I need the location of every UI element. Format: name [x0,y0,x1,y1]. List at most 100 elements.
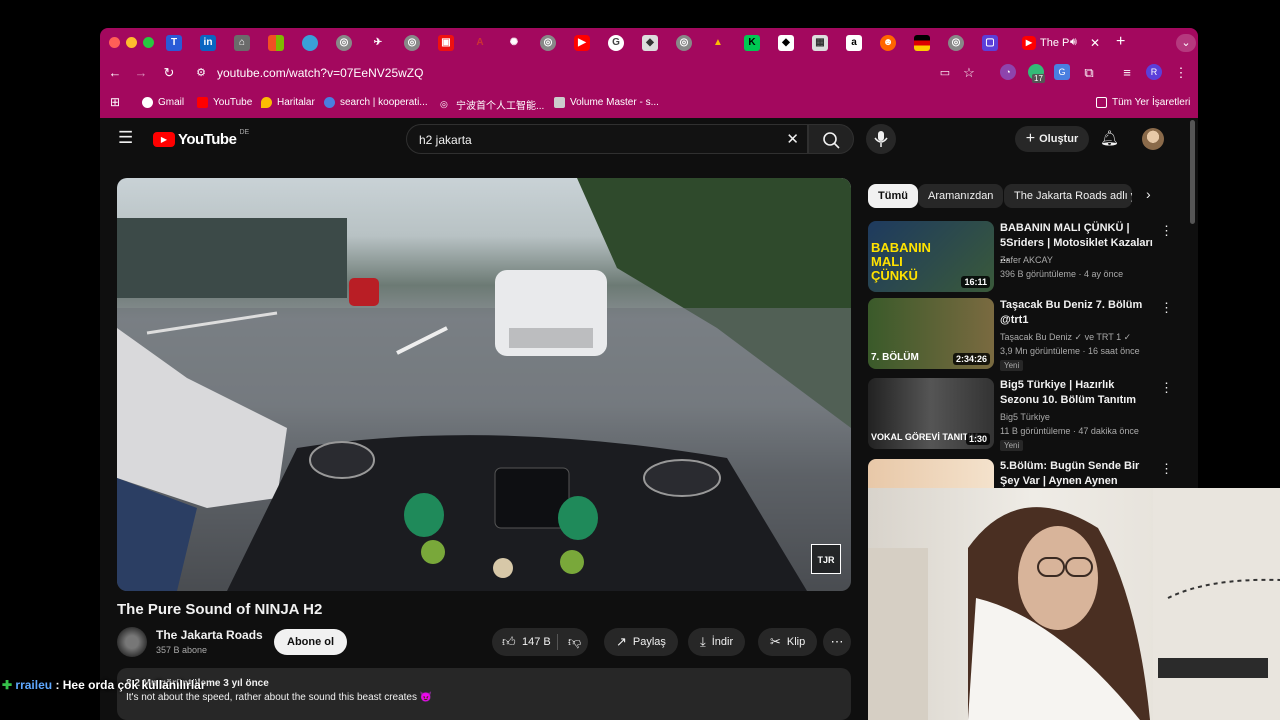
voice-search-button[interactable] [866,124,896,154]
media-controls-icon[interactable]: ≡ [1118,64,1136,82]
tab-favicon[interactable]: ◆ [642,35,658,51]
masthead: ☰ ▶ YouTube DE h2 jakarta ✕ + Oluştur 🔔︎ [100,118,1198,162]
recommendation-item[interactable]: BABANIN MALI ÇÜNKÜ 16:11 BABANIN MALI ÇÜ… [868,221,1178,293]
bookmark-chinese[interactable]: ◎ 宁波首个人工智能... [440,97,544,112]
reload-icon[interactable]: ↻ [160,64,178,82]
dislike-icon[interactable]: 👎︎ [568,634,581,650]
share-button[interactable]: ↗ Paylaş [604,628,678,656]
close-tab-icon[interactable]: ✕ [1090,36,1100,50]
video-thumbnail[interactable]: VOKAL GÖREVİ TANITIM 1:30 [868,378,994,449]
globe-icon[interactable]: ◎ [404,35,420,51]
like-icon[interactable]: 👍︎ [502,634,516,650]
hamburger-menu-icon[interactable]: ☰ [118,128,133,148]
linkedin-icon[interactable]: in [200,35,216,51]
tab-favicon[interactable]: ▣ [438,35,454,51]
recommendation-item[interactable]: VOKAL GÖREVİ TANITIM 1:30 Big5 Türkiye |… [868,378,1178,451]
translate-icon[interactable]: G [1054,64,1070,80]
minimize-window-button[interactable] [126,37,137,48]
tab-favicon[interactable] [302,35,318,51]
bookmark-youtube[interactable]: YouTube [197,97,252,108]
video-player[interactable]: TJR [117,178,851,591]
channel-watermark[interactable]: TJR [811,544,841,574]
chip-from-search[interactable]: Aramanızdan [918,184,1004,208]
globe-icon[interactable]: ◎ [336,35,352,51]
recommendation-item[interactable]: 7. BÖLÜM 2:34:26 Taşacak Bu Deniz 7. Böl… [868,298,1178,371]
extension-icon[interactable]: ◔ [1000,64,1016,80]
bookmark-search[interactable]: search | kooperati... [324,97,428,108]
tab-favicon[interactable]: K [744,35,760,51]
openai-icon[interactable]: ✺ [506,35,522,51]
tab-search-icon[interactable]: ⌄ [1176,34,1196,52]
download-button[interactable]: ⤓ İndir [688,628,746,656]
url-field[interactable]: youtube.com/watch?v=07EeNV25wZQ [217,66,423,80]
site-info-icon[interactable]: ⚙ [192,64,210,82]
recommendation-title[interactable]: Big5 Türkiye | Hazırlık Sezonu 10. Bölüm… [1000,378,1155,408]
create-button[interactable]: + Oluştur [1015,126,1089,152]
more-vertical-icon[interactable]: ⋮ [1160,380,1173,396]
clear-search-icon[interactable]: ✕ [786,130,799,148]
recommendation-title[interactable]: 5.Bölüm: Bugün Sende Bir Şey Var | Aynen… [1000,459,1155,489]
globe-icon[interactable]: ◎ [676,35,692,51]
close-window-button[interactable] [109,37,120,48]
germany-flag-icon[interactable] [914,35,930,51]
channel-avatar[interactable] [117,627,147,657]
recommendation-channel[interactable]: Taşacak Bu Deniz ✓ ve TRT 1 ✓ [1000,332,1131,343]
recommendation-title[interactable]: Taşacak Bu Deniz 7. Bölüm @trt1 [1000,298,1155,328]
tab-favicon[interactable]: ☻ [880,35,896,51]
drive-icon[interactable]: ▲ [710,35,726,51]
subscribe-button[interactable]: Abone ol [274,629,348,655]
bookmark-maps[interactable]: Haritalar [261,97,315,108]
globe-icon[interactable]: ◎ [540,35,556,51]
speaker-icon[interactable]: 🔊︎ [1070,36,1077,49]
channel-name[interactable]: The Jakarta Roads [156,628,263,642]
recommendation-channel[interactable]: Big5 Türkiye [1000,412,1050,422]
tab-favicon[interactable]: A [472,35,488,51]
bookmark-star-icon[interactable]: ☆ [960,64,978,82]
notifications-bell-icon[interactable]: 🔔︎ [1100,129,1119,147]
chevron-right-icon[interactable]: › [1146,186,1151,202]
bookmark-volume-master[interactable]: Volume Master - s... [554,97,659,108]
back-icon[interactable]: ← [106,64,124,82]
page-scrollbar[interactable] [1190,120,1195,224]
bank-icon[interactable]: ⌂ [234,35,250,51]
tab-favicon[interactable]: T [166,35,182,51]
tab-favicon[interactable]: ◆ [778,35,794,51]
all-bookmarks-folder[interactable]: Tüm Yer İşaretleri [1096,97,1190,108]
recommendation-item[interactable]: 5.Bölüm: Bugün Sende Bir Şey Var | Aynen… [868,459,1178,489]
youtube-logo[interactable]: ▶ YouTube DE [153,129,249,148]
chip-all[interactable]: Tümü [868,184,918,208]
cast-icon[interactable]: ▭ [936,64,954,82]
forward-icon[interactable]: → [132,64,150,82]
clip-button[interactable]: ✂ Klip [758,628,818,656]
apps-grid-icon[interactable]: ⊞ [106,93,124,111]
search-input[interactable]: h2 jakarta ✕ [406,124,808,154]
more-vertical-icon[interactable]: ⋮ [1160,223,1173,239]
youtube-icon[interactable]: ▶ [574,35,590,51]
tab-active-youtube[interactable]: ▶ The P 🔊︎ ✕ [1018,30,1110,58]
chip-channel[interactable]: The Jakarta Roads adlı y [1004,184,1132,208]
extensions-puzzle-icon[interactable]: ⧉ [1080,64,1098,82]
amazon-icon[interactable]: a [846,35,862,51]
account-avatar[interactable] [1142,128,1164,150]
recommendation-channel[interactable]: Zafer AKCAY [1000,255,1053,265]
zoom-window-button[interactable] [143,37,154,48]
video-thumbnail[interactable]: BABANIN MALI ÇÜNKÜ 16:11 [868,221,994,292]
more-actions-button[interactable]: ⋯ [823,628,851,656]
video-thumbnail[interactable] [868,459,994,489]
microsoft-icon[interactable] [268,35,284,51]
globe-icon[interactable]: ◎ [948,35,964,51]
tab-favicon[interactable]: ✈ [370,35,386,51]
tab-favicon[interactable]: ▢ [982,35,998,51]
profile-avatar[interactable]: R [1146,64,1162,80]
google-icon[interactable]: G [608,35,624,51]
like-count[interactable]: 147 B [522,636,551,648]
bookmark-gmail[interactable]: Gmail [142,97,184,108]
more-vertical-icon[interactable]: ⋮ [1160,300,1173,316]
new-tab-icon[interactable]: + [1116,33,1125,51]
description-box[interactable]: 8,2 Mn görüntüleme 3 yıl önce It's not a… [117,668,851,720]
menu-kebab-icon[interactable]: ⋮ [1172,64,1190,82]
tab-favicon[interactable]: ▦ [812,35,828,51]
video-thumbnail[interactable]: 7. BÖLÜM 2:34:26 [868,298,994,369]
search-button[interactable] [808,124,854,154]
more-vertical-icon[interactable]: ⋮ [1160,461,1173,477]
